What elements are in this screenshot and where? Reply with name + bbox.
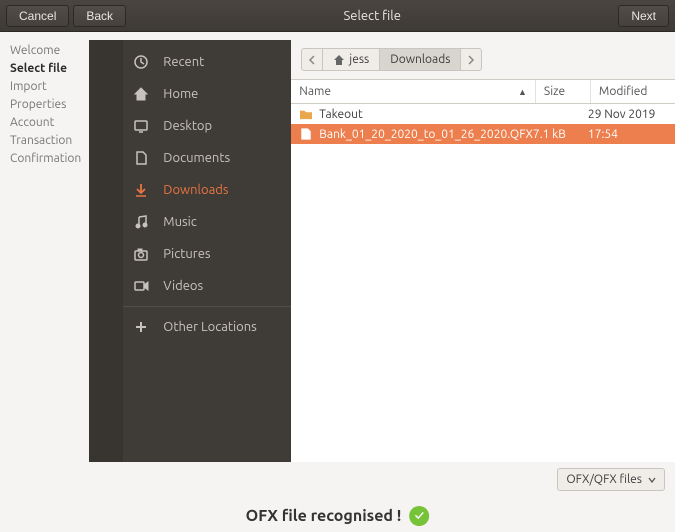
place-desktop[interactable]: Desktop xyxy=(123,110,291,142)
path-home-label: jess xyxy=(349,53,369,66)
folder-row[interactable]: Takeout 29 Nov 2019 xyxy=(291,104,675,124)
place-downloads[interactable]: Downloads xyxy=(123,174,291,206)
place-other-locations[interactable]: Other Locations xyxy=(123,306,291,342)
path-bar: jess Downloads xyxy=(291,40,675,79)
step-confirmation: Confirmation xyxy=(10,150,81,168)
place-label: Recent xyxy=(163,55,204,69)
step-import: Import xyxy=(10,78,81,96)
file-name: Takeout xyxy=(319,108,362,121)
footer: OFX/QFX files OFX file recognised ! ✓ xyxy=(0,462,675,532)
file-modified: 29 Nov 2019 xyxy=(588,108,675,121)
path-current[interactable]: Downloads xyxy=(380,49,461,70)
file-chooser: Recent Home Desktop Documents Downloads Music… xyxy=(89,40,675,462)
place-label: Downloads xyxy=(163,183,228,197)
wizard-steps: WelcomeSelect fileImportPropertiesAccoun… xyxy=(0,32,89,462)
place-videos[interactable]: Videos xyxy=(123,270,291,302)
col-size[interactable]: Size xyxy=(536,80,591,103)
places-sidebar: Recent Home Desktop Documents Downloads Music… xyxy=(123,40,291,462)
down-icon xyxy=(133,182,149,198)
file-row[interactable]: Bank_01_20_2020_to_01_26_2020.QFX7.1 kB1… xyxy=(291,124,675,144)
step-properties: Properties xyxy=(10,96,81,114)
file-name: Bank_01_20_2020_to_01_26_2020.QFX xyxy=(319,128,533,141)
place-label: Home xyxy=(163,87,198,101)
path-current-label: Downloads xyxy=(390,53,450,66)
home-icon xyxy=(333,54,345,66)
plus-icon xyxy=(133,319,149,335)
title-bar: Cancel Back Select file Next xyxy=(0,0,675,32)
doc-icon xyxy=(133,150,149,166)
path-prev-button[interactable] xyxy=(302,49,323,70)
chevron-left-icon xyxy=(308,55,316,65)
path-home[interactable]: jess xyxy=(323,49,380,70)
back-button[interactable]: Back xyxy=(73,5,126,27)
place-music[interactable]: Music xyxy=(123,206,291,238)
place-label: Other Locations xyxy=(163,320,257,334)
place-label: Music xyxy=(163,215,197,229)
step-select-file: Select file xyxy=(10,60,81,78)
file-filter-label: OFX/QFX files xyxy=(566,473,642,486)
col-name[interactable]: Name ▲ xyxy=(291,80,536,103)
place-documents[interactable]: Documents xyxy=(123,142,291,174)
file-main: jess Downloads Name ▲ Size Modified xyxy=(291,40,675,462)
place-home[interactable]: Home xyxy=(123,78,291,110)
window-title: Select file xyxy=(130,9,614,23)
file-list[interactable]: Takeout 29 Nov 2019 Bank_01_20_2020_to_01_… xyxy=(291,104,675,462)
col-modified[interactable]: Modified xyxy=(591,80,675,103)
home-icon xyxy=(133,86,149,102)
video-icon xyxy=(133,278,149,294)
file-icon xyxy=(299,128,313,140)
place-pictures[interactable]: Pictures xyxy=(123,238,291,270)
chevron-right-icon xyxy=(467,55,475,65)
chevron-down-icon xyxy=(648,477,656,483)
music-icon xyxy=(133,214,149,230)
place-label: Desktop xyxy=(163,119,212,133)
sort-asc-icon: ▲ xyxy=(518,87,527,97)
status-message: OFX file recognised ! ✓ xyxy=(246,506,430,526)
cancel-button[interactable]: Cancel xyxy=(6,5,69,27)
step-account: Account xyxy=(10,114,81,132)
file-modified: 17:54 xyxy=(588,128,675,141)
camera-icon xyxy=(133,246,149,262)
clock-icon xyxy=(133,54,149,70)
next-button[interactable]: Next xyxy=(618,5,669,27)
path-next-button[interactable] xyxy=(461,49,481,70)
check-icon: ✓ xyxy=(409,506,429,526)
column-headers: Name ▲ Size Modified xyxy=(291,79,675,104)
desktop-icon xyxy=(133,118,149,134)
file-size: 7.1 kB xyxy=(533,128,588,141)
place-label: Videos xyxy=(163,279,203,293)
place-recent[interactable]: Recent xyxy=(123,46,291,78)
place-label: Pictures xyxy=(163,247,210,261)
file-filter-dropdown[interactable]: OFX/QFX files xyxy=(557,468,665,491)
step-welcome: Welcome xyxy=(10,42,81,60)
step-transaction: Transaction xyxy=(10,132,81,150)
folder-icon xyxy=(299,108,313,120)
body: WelcomeSelect fileImportPropertiesAccoun… xyxy=(0,32,675,462)
place-label: Documents xyxy=(163,151,230,165)
places-gutter xyxy=(89,40,123,462)
